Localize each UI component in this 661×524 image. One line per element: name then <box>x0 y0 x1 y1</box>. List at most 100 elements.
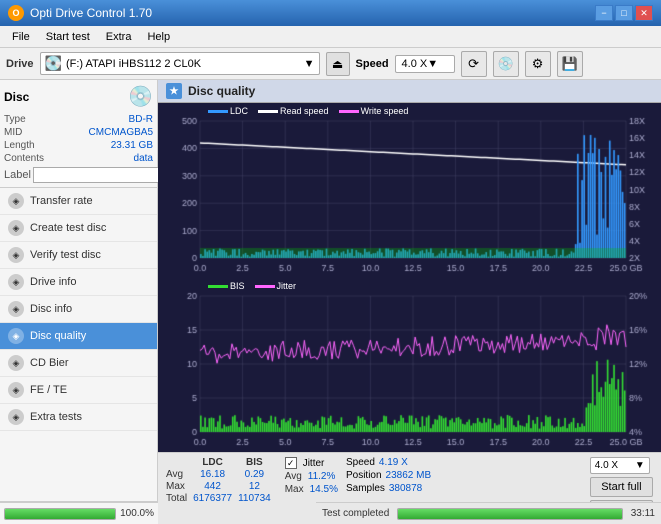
main-layout: Disc 💿 Type BD-R MID CMCMAGBA5 Length 23… <box>0 80 661 524</box>
stats-avg-ldc: 16.18 <box>193 469 238 481</box>
position-row: Position 23862 MB <box>346 470 431 481</box>
jitter-checkbox[interactable]: ✓ <box>285 457 297 469</box>
sidebar-item-cd-bier[interactable]: ◈ CD Bier <box>0 350 157 377</box>
disc-button[interactable]: 💿 <box>493 51 519 77</box>
jitter-max-label: Max <box>285 484 304 495</box>
disc-mid-label: MID <box>4 127 22 138</box>
sidebar-item-extra-tests[interactable]: ◈ Extra tests <box>0 404 157 431</box>
action-speed-dropdown[interactable]: 4.0 X ▼ <box>590 457 650 474</box>
sidebar-item-disc-info[interactable]: ◈ Disc info <box>0 296 157 323</box>
jitter-max-value: 14.5% <box>310 484 338 495</box>
read-button[interactable]: ⟳ <box>461 51 487 77</box>
sidebar-item-verify-test-disc[interactable]: ◈ Verify test disc <box>0 242 157 269</box>
sidebar-item-cd-bier-label: CD Bier <box>30 357 69 369</box>
speed-dropdown-arrow: ▼ <box>427 58 438 70</box>
menu-start-test[interactable]: Start test <box>38 29 98 45</box>
charts-container: LDC Read speed Write speed <box>158 103 661 452</box>
disc-contents-label: Contents <box>4 153 44 164</box>
sidebar-item-transfer-rate[interactable]: ◈ Transfer rate <box>0 188 157 215</box>
chart2-canvas <box>158 278 661 452</box>
sidebar-item-drive-info[interactable]: ◈ Drive info <box>0 269 157 296</box>
speed-label: Speed <box>356 58 389 70</box>
disc-label-input[interactable] <box>33 167 171 183</box>
drive-dropdown-arrow: ▼ <box>304 58 315 70</box>
disc-mid-row: MID CMCMAGBA5 <box>4 126 153 139</box>
stats-col-bis: BIS <box>238 457 277 469</box>
disc-quality-header: ★ Disc quality <box>158 80 661 103</box>
legend-write-speed-label: Write speed <box>361 106 409 116</box>
disc-quality-header-icon: ★ <box>166 83 182 99</box>
drive-select[interactable]: 💽 (F:) ATAPI iHBS112 2 CL0K ▼ <box>40 52 320 75</box>
drive-value: (F:) ATAPI iHBS112 2 CL0K <box>66 58 201 70</box>
samples-value: 380878 <box>389 483 422 494</box>
legend-ldc-color <box>208 110 228 113</box>
drive-icon: 💽 <box>45 55 62 72</box>
window-title: Opti Drive Control 1.70 <box>30 6 152 20</box>
stats-total-ldc: 6176377 <box>193 493 238 505</box>
disc-label-label: Label <box>4 169 31 181</box>
speed-stat-value: 4.19 X <box>379 457 408 468</box>
jitter-avg-label: Avg <box>285 471 302 482</box>
legend-write-speed: Write speed <box>339 106 409 116</box>
sidebar-progress-fill <box>5 509 115 519</box>
menu-help[interactable]: Help <box>139 29 178 45</box>
stats-avg-label: Avg <box>166 469 193 481</box>
sidebar-item-verify-test-disc-label: Verify test disc <box>30 249 101 261</box>
stats-avg-bis: 0.29 <box>238 469 277 481</box>
disc-quality-icon: ◈ <box>8 328 24 344</box>
create-test-disc-icon: ◈ <box>8 220 24 236</box>
speed-select[interactable]: 4.0 X ▼ <box>395 55 455 73</box>
fe-te-icon: ◈ <box>8 382 24 398</box>
sidebar-item-create-test-disc[interactable]: ◈ Create test disc <box>0 215 157 242</box>
stats-total-bis: 110734 <box>238 493 277 505</box>
disc-type-value: BD-R <box>129 114 153 125</box>
legend-jitter-color <box>255 285 275 288</box>
legend-jitter: Jitter <box>255 281 297 291</box>
position-label: Position <box>346 470 382 481</box>
stats-max-bis: 12 <box>238 481 277 493</box>
maximize-button[interactable]: □ <box>615 5 633 21</box>
legend-bis: BIS <box>208 281 245 291</box>
progress-bar2-fill <box>398 509 621 519</box>
title-bar-left: O Opti Drive Control 1.70 <box>8 5 152 21</box>
settings-button[interactable]: ⚙ <box>525 51 551 77</box>
legend-read-speed: Read speed <box>258 106 329 116</box>
extra-tests-icon: ◈ <box>8 409 24 425</box>
menu-extra[interactable]: Extra <box>98 29 140 45</box>
cd-bier-icon: ◈ <box>8 355 24 371</box>
sidebar-progress-text: 100.0% <box>120 508 154 519</box>
menu-file[interactable]: File <box>4 29 38 45</box>
speed-stat-label: Speed <box>346 457 375 468</box>
stats-col-ldc: LDC <box>193 457 238 469</box>
position-value: 23862 MB <box>386 470 432 481</box>
stats-total-label: Total <box>166 493 193 505</box>
save-button[interactable]: 💾 <box>557 51 583 77</box>
sidebar-item-drive-info-label: Drive info <box>30 276 76 288</box>
jitter-section: ✓ Jitter Avg 11.2% Max 14.5% <box>285 457 338 495</box>
legend-jitter-label: Jitter <box>277 281 297 291</box>
disc-mid-value: CMCMAGBA5 <box>89 127 153 138</box>
disc-panel-header: Disc 💿 <box>4 84 153 109</box>
app-icon: O <box>8 5 24 21</box>
eject-button[interactable]: ⏏ <box>326 52 350 76</box>
minimize-button[interactable]: − <box>595 5 613 21</box>
disc-type-label: Type <box>4 114 26 125</box>
speed-row: Speed 4.19 X <box>346 457 431 468</box>
close-button[interactable]: ✕ <box>635 5 653 21</box>
sidebar-item-fe-te[interactable]: ◈ FE / TE <box>0 377 157 404</box>
status-bar: Test completed 33:11 <box>316 502 661 524</box>
samples-row: Samples 380878 <box>346 483 431 494</box>
start-full-button[interactable]: Start full <box>590 477 653 497</box>
sidebar-item-create-test-disc-label: Create test disc <box>30 222 106 234</box>
stats-table: LDC BIS Avg 16.18 0.29 Max 442 12 Total … <box>166 457 277 505</box>
disc-info-icon: ◈ <box>8 301 24 317</box>
sidebar-item-extra-tests-label: Extra tests <box>30 411 82 423</box>
progress-bar2 <box>397 508 622 520</box>
jitter-avg-value: 11.2% <box>308 471 336 482</box>
chart1-wrapper: LDC Read speed Write speed <box>158 103 661 278</box>
disc-panel: Disc 💿 Type BD-R MID CMCMAGBA5 Length 23… <box>0 80 157 188</box>
sidebar-item-disc-quality[interactable]: ◈ Disc quality <box>0 323 157 350</box>
disc-contents-row: Contents data <box>4 152 153 165</box>
disc-length-value: 23.31 GB <box>111 140 153 151</box>
disc-contents-value: data <box>134 153 153 164</box>
